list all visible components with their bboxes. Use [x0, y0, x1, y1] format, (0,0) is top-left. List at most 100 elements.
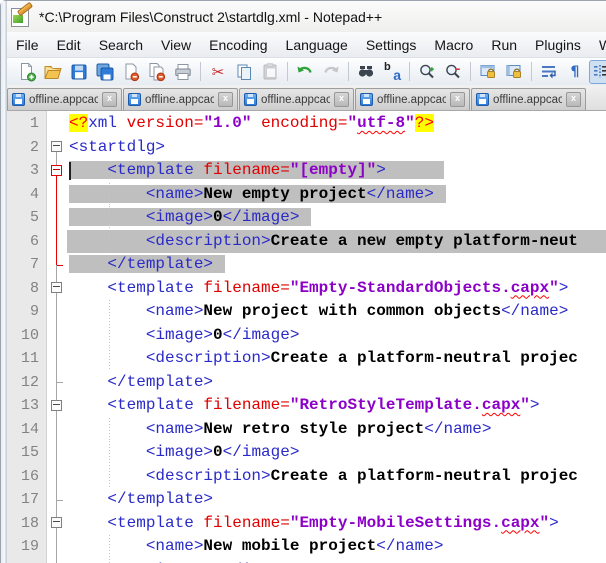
menu-item-settings[interactable]: Settings — [357, 33, 426, 57]
close-icon[interactable] — [119, 60, 143, 84]
saved-file-icon — [476, 93, 489, 106]
line-number[interactable]: 2 — [7, 136, 47, 160]
code-text[interactable]: <name>New mobile project</name> — [67, 535, 606, 559]
code-text[interactable]: <name>New retro style project</name> — [67, 417, 606, 441]
print-icon[interactable] — [171, 60, 195, 84]
cut-icon[interactable]: ✂ — [206, 60, 230, 84]
word-wrap-icon[interactable] — [537, 60, 561, 84]
line-number[interactable]: 14 — [7, 418, 47, 442]
fold-toggle-icon[interactable] — [47, 159, 67, 183]
indent-guide-line — [109, 182, 110, 206]
fold-margin — [47, 300, 67, 324]
save-all-icon[interactable] — [93, 60, 117, 84]
tab-4[interactable]: offline.appcache x — [355, 88, 470, 110]
line-number[interactable]: 3 — [7, 159, 47, 183]
code-text[interactable]: <template filename="Empty-StandardObject… — [67, 277, 606, 301]
line-number[interactable]: 17 — [7, 488, 47, 512]
save-icon[interactable] — [67, 60, 91, 84]
code-text[interactable]: <description>Create a platform-neutral p… — [67, 464, 606, 488]
tab-close-icon[interactable]: x — [566, 92, 581, 107]
menu-item-view[interactable]: View — [152, 33, 200, 57]
sync-vertical-icon[interactable] — [476, 60, 500, 84]
open-file-icon[interactable] — [41, 60, 65, 84]
notepad-plus-plus-window: *C:\Program Files\Construct 2\startdlg.x… — [0, 0, 606, 563]
title-bar[interactable]: *C:\Program Files\Construct 2\startdlg.x… — [7, 1, 606, 32]
toolbar-separator — [409, 62, 410, 81]
tab-close-icon[interactable]: x — [218, 92, 233, 107]
line-number[interactable]: 1 — [7, 112, 47, 136]
paste-icon[interactable] — [258, 60, 282, 84]
line-number[interactable]: 7 — [7, 253, 47, 277]
tab-5[interactable]: offline.appcache x — [471, 88, 586, 110]
indent-guide-line — [109, 229, 110, 253]
menu-item-plugins[interactable]: Plugins — [526, 33, 590, 57]
code-text[interactable]: <template filename="Empty-MobileSettings… — [67, 512, 606, 536]
line-number[interactable]: 10 — [7, 324, 47, 348]
menu-item-run[interactable]: Run — [482, 33, 526, 57]
line-number[interactable]: 18 — [7, 512, 47, 536]
tab-close-icon[interactable]: x — [102, 92, 117, 107]
line-number[interactable]: 8 — [7, 277, 47, 301]
zoom-in-icon[interactable] — [415, 60, 439, 84]
saved-file-icon — [244, 93, 257, 106]
line-number[interactable]: 4 — [7, 183, 47, 207]
fold-toggle-icon[interactable] — [47, 136, 67, 159]
zoom-out-icon[interactable] — [441, 60, 465, 84]
code-text[interactable]: <name>New empty project</name> — [67, 182, 606, 206]
menu-item-window[interactable]: Window — [590, 33, 606, 57]
menu-item-edit[interactable]: Edit — [48, 33, 90, 57]
new-file-icon[interactable] — [15, 60, 39, 84]
copy-icon[interactable] — [232, 60, 256, 84]
code-text[interactable]: </template> — [67, 488, 606, 512]
code-text[interactable]: <image>1</image> — [67, 558, 606, 563]
code-text[interactable]: <template filename="[empty]"> — [67, 159, 606, 183]
code-text[interactable]: </template> — [67, 371, 606, 395]
tab-1[interactable]: offline.appcache x — [7, 88, 122, 110]
line-number[interactable]: 6 — [7, 230, 47, 254]
menu-item-search[interactable]: Search — [90, 33, 152, 57]
line-number[interactable]: 12 — [7, 371, 47, 395]
tab-close-icon[interactable]: x — [450, 92, 465, 107]
redo-icon[interactable] — [319, 60, 343, 84]
window-frame-left — [0, 0, 7, 563]
code-text[interactable]: <description>Create a platform-neutral p… — [67, 347, 606, 371]
code-text[interactable]: </template> — [67, 253, 606, 277]
code-text[interactable]: <?xml version="1.0" encoding="utf-8"?> — [67, 112, 606, 136]
tab-close-icon[interactable]: x — [334, 92, 349, 107]
menu-item-file[interactable]: File — [7, 33, 48, 57]
sync-horizontal-icon[interactable] — [502, 60, 526, 84]
menu-item-language[interactable]: Language — [277, 33, 357, 57]
code-text[interactable]: <name>New project with common objects</n… — [67, 300, 606, 324]
line-number[interactable]: 5 — [7, 206, 47, 230]
undo-icon[interactable] — [293, 60, 317, 84]
code-text[interactable]: <startdlg> — [67, 136, 606, 160]
line-number[interactable]: 19 — [7, 535, 47, 559]
fold-toggle-icon[interactable] — [47, 276, 67, 300]
indent-guide-icon[interactable] — [589, 59, 606, 84]
fold-toggle-icon[interactable] — [47, 511, 67, 535]
code-line-17: 17 </template> — [7, 488, 606, 512]
replace-icon[interactable]: ba — [380, 60, 404, 84]
tab-3[interactable]: offline.appcache x — [239, 88, 354, 110]
line-number[interactable]: 16 — [7, 465, 47, 489]
code-text[interactable]: <image>0</image> — [67, 323, 606, 347]
show-all-characters-icon[interactable]: ¶ — [563, 60, 587, 84]
menu-item-macro[interactable]: Macro — [425, 33, 482, 57]
menu-item-encoding[interactable]: Encoding — [200, 33, 276, 57]
line-number[interactable]: 15 — [7, 441, 47, 465]
fold-toggle-icon[interactable] — [47, 394, 67, 418]
code-text[interactable]: <template filename="RetroStyleTemplate.c… — [67, 394, 606, 418]
line-number[interactable]: 9 — [7, 300, 47, 324]
code-text[interactable]: <image>0</image> — [67, 206, 606, 230]
line-number[interactable]: 20 — [7, 559, 47, 563]
close-all-icon[interactable] — [145, 60, 169, 84]
line-number[interactable]: 11 — [7, 347, 47, 371]
tab-2[interactable]: offline.appcache x — [123, 88, 238, 110]
code-text[interactable]: <image>0</image> — [67, 441, 606, 465]
code-text[interactable]: <description>Create a new empty platform… — [67, 229, 606, 253]
find-icon[interactable] — [354, 60, 378, 84]
code-line-18: 18 <template filename="Empty-MobileSetti… — [7, 511, 606, 536]
editor[interactable]: 1 <?xml version="1.0" encoding="utf-8"?> 2… — [7, 111, 606, 563]
fold-margin — [47, 558, 67, 563]
line-number[interactable]: 13 — [7, 394, 47, 418]
